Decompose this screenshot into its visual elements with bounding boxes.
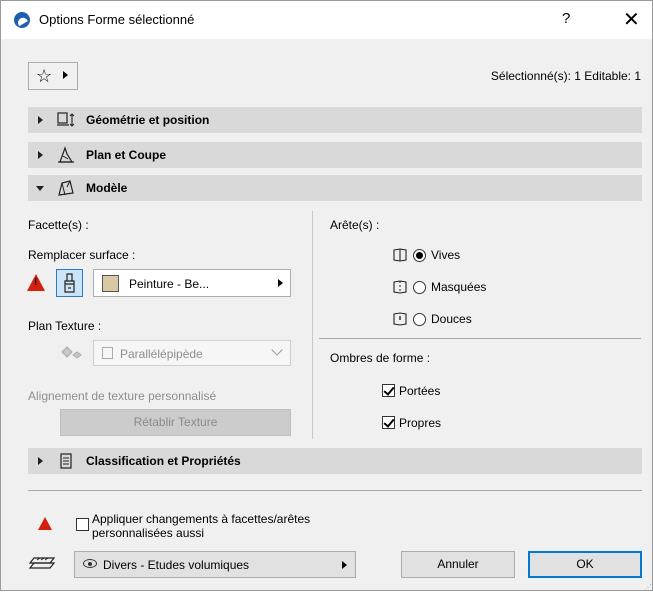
box-projection-icon <box>102 347 113 359</box>
texture-plan-value: Parallélépipède <box>120 347 203 361</box>
faces-label: Facette(s) : <box>28 218 89 232</box>
chevron-down-icon <box>271 344 283 356</box>
layer-dropdown[interactable]: Divers - Etudes volumiques <box>74 551 356 578</box>
texture-plan-dropdown[interactable]: Parallélépipède <box>93 340 291 366</box>
warning-icon <box>38 517 52 530</box>
title-bar: Options Forme sélectionné ? ✕ <box>1 1 652 39</box>
star-icon: ☆ <box>36 66 53 86</box>
cast-shadows-checkbox[interactable] <box>382 384 395 397</box>
apply-changes-label: Appliquer changements à facettes/arêtes … <box>92 512 310 540</box>
help-button[interactable]: ? <box>562 10 570 27</box>
shadows-label: Ombres de forme : <box>330 351 431 365</box>
paint-brush-icon <box>64 273 75 293</box>
panel-geometry-position[interactable]: Géométrie et position <box>28 107 642 133</box>
archicad-app-icon <box>14 12 30 28</box>
caret-right-icon <box>63 71 68 79</box>
smooth-edges-icon <box>393 312 407 326</box>
edges-label: Arête(s) : <box>330 218 380 232</box>
layer-value: Divers - Etudes volumiques <box>103 558 250 572</box>
panel-plan-section-label: Plan et Coupe <box>86 148 167 162</box>
override-surface-toggle[interactable] <box>56 269 83 297</box>
caret-right-icon <box>342 561 347 569</box>
override-surface-label: Remplacer surface : <box>28 248 136 262</box>
warning-icon: ! <box>27 274 45 291</box>
close-button[interactable]: ✕ <box>623 7 640 32</box>
edge-hidden-label: Masquées <box>431 280 487 294</box>
classification-icon <box>60 453 72 469</box>
options-dialog: Options Forme sélectionné ? ✕ ☆ Sélectio… <box>0 0 653 592</box>
panel-classification-properties-label: Classification et Propriétés <box>86 454 241 468</box>
texture-map-icon <box>61 346 82 359</box>
layers-icon <box>28 557 56 569</box>
surface-color-swatch <box>102 275 119 292</box>
plan-section-icon <box>58 146 74 163</box>
caret-right-icon <box>278 279 283 287</box>
sharp-edges-icon <box>393 248 407 262</box>
footer-divider <box>28 490 642 491</box>
hidden-edges-icon <box>393 280 407 294</box>
window-title: Options Forme sélectionné <box>39 12 195 27</box>
geometry-icon <box>57 112 75 127</box>
apply-changes-checkbox[interactable] <box>76 518 89 531</box>
ok-button[interactable]: OK <box>528 551 642 578</box>
panel-geometry-position-label: Géométrie et position <box>86 113 210 127</box>
expand-arrow-icon <box>38 151 43 159</box>
panel-model-label: Modèle <box>86 181 128 195</box>
edge-sharp-label: Vives <box>431 248 461 262</box>
cast-shadows-label: Portées <box>399 384 441 398</box>
edge-smooth-label: Douces <box>431 312 472 326</box>
self-shadows-label: Propres <box>399 416 442 430</box>
collapse-arrow-icon <box>36 186 44 191</box>
edge-hidden-radio[interactable] <box>413 281 426 294</box>
selection-status: Sélectionné(s): 1 Editable: 1 <box>490 69 641 83</box>
reset-texture-button[interactable]: Rétablir Texture <box>60 409 291 436</box>
apply-changes-label-line2: personnalisées aussi <box>92 526 205 540</box>
panel-plan-section[interactable]: Plan et Coupe <box>28 142 642 168</box>
panel-classification-properties[interactable]: Classification et Propriétés <box>28 448 642 474</box>
expand-arrow-icon <box>38 457 43 465</box>
texture-plan-label: Plan Texture : <box>28 319 102 333</box>
eye-icon <box>83 559 97 568</box>
apply-changes-label-line1: Appliquer changements à facettes/arêtes <box>92 512 311 526</box>
shadows-divider <box>319 338 641 339</box>
column-divider <box>312 211 313 439</box>
cancel-button[interactable]: Annuler <box>401 551 515 578</box>
edge-sharp-radio[interactable] <box>413 249 426 262</box>
surface-value: Peinture - Be... <box>129 277 210 291</box>
self-shadows-checkbox[interactable] <box>382 416 395 429</box>
custom-alignment-label: Alignement de texture personnalisé <box>28 389 217 403</box>
panel-model[interactable]: Modèle <box>28 175 642 201</box>
model-icon <box>58 180 74 196</box>
favorites-button[interactable]: ☆ <box>28 62 78 90</box>
expand-arrow-icon <box>38 116 43 124</box>
surface-dropdown[interactable]: Peinture - Be... <box>93 269 291 297</box>
edge-smooth-radio[interactable] <box>413 313 426 326</box>
